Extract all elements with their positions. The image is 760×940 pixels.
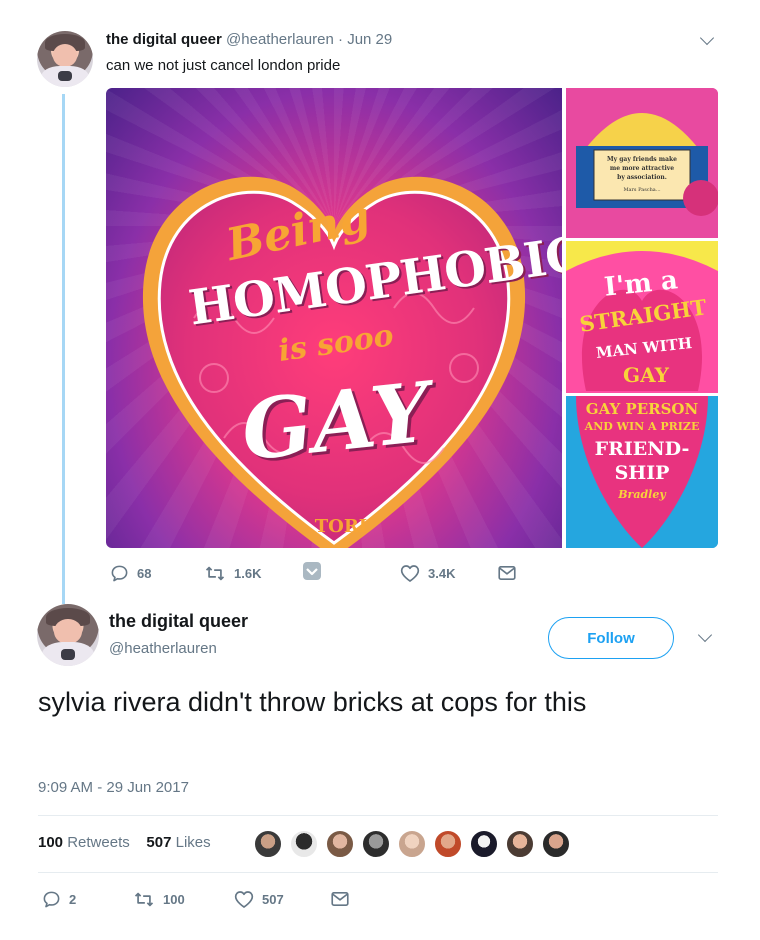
dm-vote-icon — [303, 562, 321, 580]
mail-icon — [498, 566, 516, 580]
main-tweet-timestamp[interactable]: 9:09 AM - 29 Jun 2017 — [38, 779, 189, 796]
parent-tweet-action-bar: 68 1.6K 3.4K — [106, 562, 718, 586]
reply-icon — [43, 891, 60, 908]
retweets-label: Retweets — [67, 834, 130, 851]
side1-quote-line1: My gay friends make — [607, 156, 677, 163]
likes-label: Likes — [175, 834, 211, 851]
main-dm-action[interactable] — [331, 891, 349, 907]
main-author-handle[interactable]: @heatherlauren — [109, 640, 217, 657]
parent-tweet-date[interactable]: Jun 29 — [347, 31, 392, 48]
engagement-stats: 100 Retweets 507 Likes — [38, 834, 211, 851]
heart-icon — [234, 891, 254, 908]
parent-reply-count: 68 — [137, 566, 152, 581]
liker-avatar[interactable] — [253, 829, 283, 859]
parent-author-avatar[interactable] — [37, 31, 93, 87]
thread-connector-line — [62, 94, 65, 604]
side3-line1: GAY PERSON — [585, 400, 699, 418]
main-retweet-count: 100 — [163, 892, 185, 907]
side3-author: Bradley — [618, 488, 666, 501]
parent-dm-action[interactable] — [498, 565, 516, 581]
parent-reply-action[interactable]: 68 — [110, 564, 151, 583]
retweet-icon — [134, 892, 154, 907]
side1-quote-author: Mars Pascha... — [623, 187, 661, 193]
liker-avatar[interactable] — [433, 829, 463, 859]
side3-line2: AND WIN A PRIZE — [584, 420, 700, 433]
chevron-down-icon[interactable] — [697, 627, 713, 643]
retweets-count: 100 — [38, 834, 64, 851]
main-reply-action[interactable]: 2 — [42, 890, 76, 909]
reply-icon — [111, 565, 128, 582]
liker-avatar[interactable] — [289, 829, 319, 859]
liker-avatar[interactable] — [505, 829, 535, 859]
side1-quote-line2: me more attractive — [609, 165, 675, 172]
liker-avatar[interactable] — [325, 829, 355, 859]
parent-like-count: 3.4K — [428, 566, 456, 581]
main-retweet-action[interactable]: 100 — [133, 890, 185, 909]
media-image-side-2[interactable]: I'm a STRAIGHT MAN WITH GAY — [566, 241, 718, 393]
header-separator: · — [338, 31, 344, 48]
parent-like-action[interactable]: 3.4K — [400, 564, 455, 583]
liker-avatar[interactable] — [469, 829, 499, 859]
mail-icon — [331, 892, 349, 906]
media-image-side-3[interactable]: GAY PERSON AND WIN A PRIZE FRIEND- SHIP … — [566, 396, 718, 548]
main-like-action[interactable]: 507 — [234, 890, 284, 909]
main-tweet-text: sylvia rivera didn't throw bricks at cop… — [38, 687, 587, 717]
retweets-stat[interactable]: 100 Retweets — [38, 834, 134, 851]
divider — [38, 815, 718, 816]
media-image-side-1[interactable]: My gay friends make me more attractive b… — [566, 88, 718, 238]
chevron-down-icon[interactable] — [699, 30, 715, 46]
side2-line4: GAY — [623, 363, 669, 387]
parent-tweet-text: can we not just cancel london pride — [106, 57, 341, 74]
media-image-main[interactable]: Being HOMOPHOBIC is sooo GAY TORI — [106, 88, 562, 548]
parent-tweet-media-grid: Being HOMOPHOBIC is sooo GAY TORI My gay… — [106, 88, 718, 548]
divider — [38, 872, 718, 873]
follow-button[interactable]: Follow — [548, 617, 674, 659]
main-author-name[interactable]: the digital queer — [109, 611, 248, 632]
likes-stat[interactable]: 507 Likes — [146, 834, 210, 851]
book-author: TORI — [314, 516, 368, 537]
parent-author-name[interactable]: the digital queer — [106, 31, 222, 48]
heart-icon — [400, 565, 420, 582]
side1-quote-line3: by association. — [617, 174, 667, 181]
liker-avatar[interactable] — [541, 829, 571, 859]
main-reply-count: 2 — [69, 892, 77, 907]
side3-line4: SHIP — [614, 462, 670, 484]
side3-line3: FRIEND- — [594, 438, 690, 460]
main-author-avatar[interactable] — [37, 604, 99, 666]
main-tweet-action-bar: 2 100 507 — [38, 888, 718, 912]
retweet-icon — [205, 566, 225, 581]
parent-retweet-action[interactable]: 1.6K — [204, 564, 261, 583]
liker-avatar[interactable] — [361, 829, 391, 859]
liker-avatar[interactable] — [397, 829, 427, 859]
parent-author-handle[interactable]: @heatherlauren — [226, 31, 334, 48]
likes-count: 507 — [146, 834, 172, 851]
parent-tweet-header: the digital queer @heatherlauren · Jun 2… — [106, 31, 392, 48]
main-like-count: 507 — [262, 892, 284, 907]
parent-more-action[interactable] — [302, 561, 322, 581]
parent-retweet-count: 1.6K — [234, 566, 262, 581]
